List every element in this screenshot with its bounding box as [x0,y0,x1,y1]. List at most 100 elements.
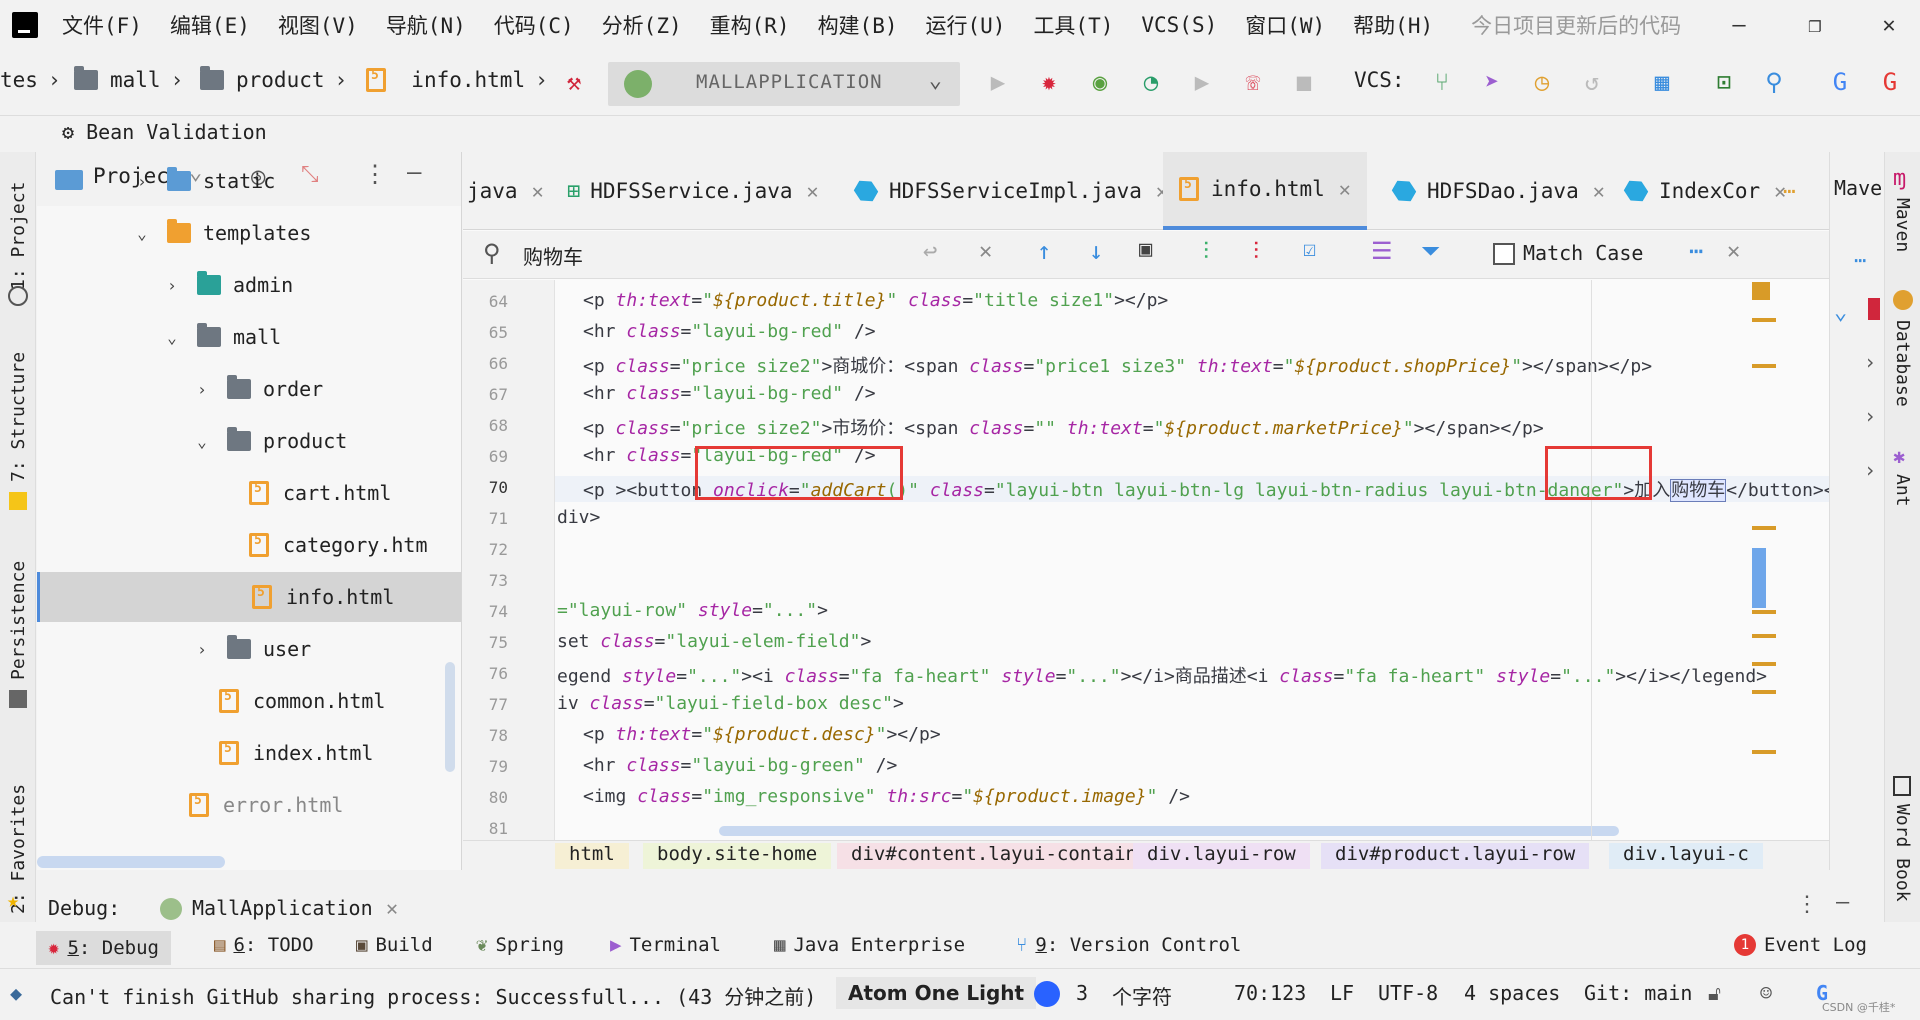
bean-validation-label[interactable]: ⚙ Bean Validation [62,120,267,144]
hide-panel-icon[interactable]: — [1836,890,1849,915]
nav-crumb-info[interactable]: info.html› [366,68,558,92]
close-window-icon[interactable]: ✕ [1874,10,1904,40]
file-encoding[interactable]: UTF-8 [1378,981,1438,1005]
menu-tools[interactable]: 工具(T) [1033,10,1113,40]
translate-icon[interactable]: G [1826,68,1854,96]
search-input[interactable]: 购物车 [523,241,823,270]
breadcrumb-product[interactable]: div#product.layui-row [1321,843,1590,869]
warning-marker[interactable] [1752,364,1776,368]
warning-marker[interactable] [1752,526,1776,530]
tree-item-index-html[interactable]: index.html [37,728,461,778]
menu-code[interactable]: 代码(C) [494,10,574,40]
warning-marker[interactable] [1752,750,1776,754]
menu-view[interactable]: 视图(V) [278,10,358,40]
run-config-dropdown[interactable]: MALLAPPLICATION ⌄ [608,62,960,106]
chevron-right-icon[interactable]: › [1864,350,1876,374]
project-structure-icon[interactable]: ▦ [1648,68,1676,96]
tool-debug[interactable]: ✹ 5: Debug [36,931,171,965]
tree-item-admin[interactable]: › admin [37,260,461,310]
close-tab-icon[interactable]: ✕ [1593,179,1605,203]
warning-marker[interactable] [1752,318,1776,322]
indent-setting[interactable]: 4 spaces [1464,981,1560,1005]
select-all-occurrences-icon[interactable]: ☑ [1303,237,1316,262]
horizontal-scrollbar[interactable] [37,856,225,868]
warning-marker[interactable] [1752,662,1776,666]
debug-bug-icon[interactable]: ✹ [1035,68,1063,96]
close-tab-icon[interactable]: ✕ [1339,177,1351,201]
theme-label[interactable]: Atom One Light [836,977,1037,1009]
caret-position[interactable]: 70:123 [1234,981,1306,1005]
chevron-down-icon[interactable]: ⌄ [1834,300,1847,325]
tool-version-control[interactable]: ⑂ 9: Version Control [1016,934,1241,956]
menu-help[interactable]: 帮助(H) [1353,10,1433,40]
run-dashboard-icon[interactable]: ▶ [1188,68,1216,96]
tab-hdfsserviceimpl[interactable]: HDFSServiceImpl.java ✕ [855,152,1168,230]
menu-vcs[interactable]: VCS(S) [1141,13,1217,37]
vcs-update-icon[interactable]: ⑂ [1428,68,1456,96]
tree-item-error-html[interactable]: error.html [37,780,461,830]
tool-java-enterprise[interactable]: ▦ Java Enterprise [774,934,965,956]
code-editor[interactable]: 64 65 66 67 68 69 70 71 72 73 74 75 76 7… [463,280,1829,840]
tree-item-info-html[interactable]: info.html [37,572,461,622]
more-options-icon[interactable]: ⋮ [1796,892,1818,917]
menu-navigate[interactable]: 导航(N) [386,10,466,40]
tool-spring[interactable]: ❦ Spring [476,934,564,956]
tree-item-order[interactable]: › order [37,364,461,414]
breadcrumb-layui-row[interactable]: div.layui-row [1133,843,1310,869]
status-message[interactable]: Can't finish GitHub sharing process: Suc… [50,981,816,1010]
more-find-options-icon[interactable]: ⋯ [1689,237,1703,265]
translate-alt-icon[interactable]: G [1876,68,1904,96]
filter-lines-icon[interactable]: ☰ [1371,237,1393,265]
next-occurrence-icon[interactable]: ↓ [1089,237,1103,265]
tool-event-log[interactable]: 1 Event Log [1734,934,1867,956]
tree-item-templates[interactable]: ⌄ templates [37,208,461,258]
vcs-push-icon[interactable]: ➤ [1478,68,1506,96]
tab-hdfsdao[interactable]: HDFSDao.java ✕ [1379,152,1605,230]
nav-crumb-product[interactable]: product › [200,66,357,92]
tree-item-static[interactable]: › static [37,164,461,198]
tab-info-html[interactable]: info.html✕ [1163,152,1367,230]
add-occurrence-icon[interactable]: ⫶ [1203,237,1209,265]
tree-item-user[interactable]: › user [37,624,461,674]
project-tool-button[interactable]: 1: Project [8,182,29,290]
menu-analyze[interactable]: 分析(Z) [602,10,682,40]
close-tab-icon[interactable]: ✕ [386,896,398,920]
tab-java[interactable]: java ✕ [463,152,544,230]
maven-tool-button[interactable]: Maven [1892,198,1913,252]
clear-search-icon[interactable]: ✕ [979,239,992,264]
profile-icon[interactable]: ◔ [1137,68,1165,96]
restore-icon[interactable]: ❐ [1800,10,1830,40]
close-find-icon[interactable]: ✕ [1727,239,1740,264]
breadcrumb-body[interactable]: body.site-home [643,843,832,869]
tree-item-mall[interactable]: ⌄ mall [37,312,461,362]
match-case-checkbox[interactable] [1493,243,1515,265]
filter-icon[interactable]: ⏷ [1421,237,1440,265]
vcs-rollback-icon[interactable]: ↺ [1578,68,1606,96]
attach-debugger-icon[interactable]: ☏ [1239,68,1267,96]
tree-item-common-html[interactable]: common.html [37,676,461,726]
menu-refactor[interactable]: 重构(R) [710,10,790,40]
tool-terminal[interactable]: ▶ Terminal [610,934,721,956]
breadcrumb-html[interactable]: html [555,843,629,869]
warning-marker[interactable] [1752,610,1776,614]
database-tool-button[interactable]: Database [1892,320,1913,407]
menu-build[interactable]: 构建(B) [818,10,898,40]
menu-run[interactable]: 运行(U) [926,10,1006,40]
tree-item-cart-html[interactable]: cart.html [37,468,461,518]
remove-occurrence-icon[interactable]: ⫶ [1253,237,1259,265]
breadcrumb-content[interactable]: div#content.layui-container [837,843,1174,869]
warning-marker[interactable] [1752,634,1776,638]
scroll-thumb[interactable] [1752,548,1766,608]
tool-build[interactable]: ▣ Build [356,934,433,956]
in-selection-icon[interactable]: ▣ [1139,237,1152,262]
nav-crumb-mall[interactable]: mall › [74,66,193,92]
build-hammer-icon[interactable]: ⚒ [560,68,588,96]
tab-indexcor[interactable]: IndexCor ✕ [1611,152,1786,230]
menu-window[interactable]: 窗口(W) [1245,10,1325,40]
nav-crumb-tes[interactable]: tes › [0,68,71,92]
breadcrumb-layui-c[interactable]: div.layui-c [1609,843,1763,869]
menu-edit[interactable]: 编辑(E) [170,10,250,40]
git-branch[interactable]: Git: main [1584,981,1692,1005]
run-icon[interactable]: ▶ [984,68,1012,96]
prev-occurrence-icon[interactable]: ↑ [1037,237,1051,265]
